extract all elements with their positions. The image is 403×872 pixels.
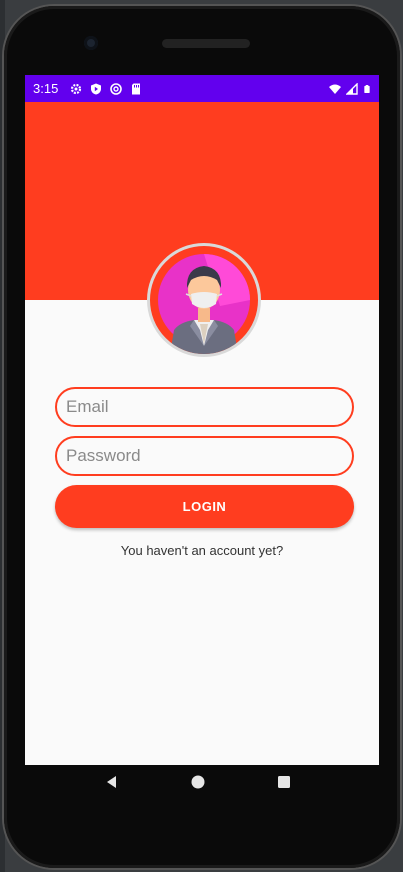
- front-camera: [84, 36, 98, 50]
- sd-card-icon: [132, 83, 141, 94]
- home-icon: [191, 775, 205, 789]
- password-input[interactable]: [66, 446, 343, 466]
- status-time: 3:15: [33, 81, 59, 96]
- email-field[interactable]: [55, 387, 354, 427]
- at-sign-icon: [110, 82, 123, 95]
- back-button[interactable]: [101, 771, 123, 793]
- gear-icon: [71, 83, 82, 94]
- home-button[interactable]: [187, 771, 209, 793]
- recents-icon: [278, 776, 290, 788]
- shield-play-icon: [91, 83, 102, 94]
- signal-icon: [346, 82, 358, 95]
- recents-button[interactable]: [273, 771, 295, 793]
- battery-icon: [364, 84, 370, 93]
- login-button[interactable]: LOGIN: [55, 485, 354, 528]
- masked-person-icon: [158, 254, 250, 354]
- password-field[interactable]: [55, 436, 354, 476]
- status-left-icons: [70, 82, 142, 95]
- system-nav-bar: [21, 759, 375, 805]
- status-bar: 3:15: [25, 75, 379, 102]
- earpiece-speaker: [162, 39, 250, 48]
- phone-frame: 3:15 Email LOGIN You haven't an account …: [4, 6, 400, 868]
- email-input[interactable]: [66, 397, 343, 417]
- profile-avatar: [147, 243, 261, 357]
- app-screen: 3:15 Email LOGIN You haven't an account …: [25, 75, 379, 765]
- wifi-icon: [329, 84, 341, 94]
- signup-link[interactable]: You haven't an account yet?: [25, 543, 379, 558]
- back-icon: [107, 776, 116, 788]
- status-right-icons: [329, 82, 371, 95]
